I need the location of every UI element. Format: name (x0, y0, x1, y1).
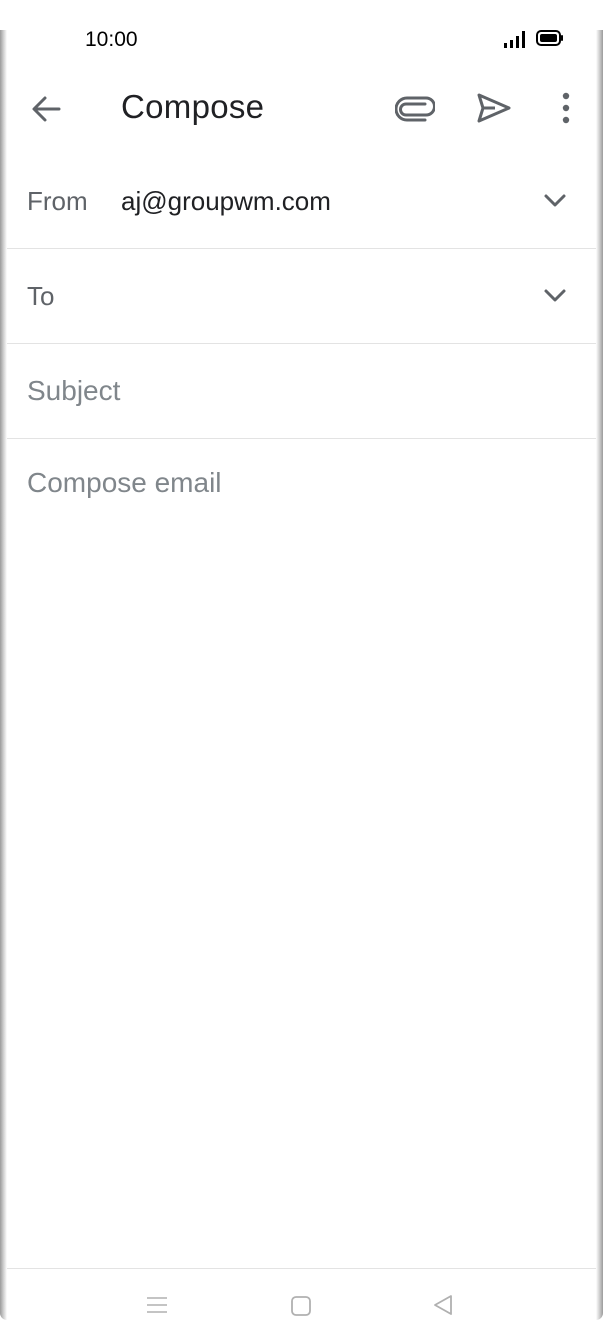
from-label: From (27, 186, 88, 216)
from-row[interactable]: From aj@groupwm.com (7, 154, 596, 249)
chevron-down-icon[interactable] (542, 283, 568, 309)
more-vert-icon[interactable] (555, 90, 577, 126)
subject-field[interactable]: Subject (7, 344, 596, 439)
to-label: To (27, 281, 55, 311)
app-bar: Compose (7, 78, 596, 140)
status-bar: 10:00 (7, 0, 596, 78)
chevron-down-icon[interactable] (542, 188, 568, 214)
device-frame-right (596, 30, 603, 1320)
status-time: 10:00 (85, 28, 138, 51)
back-arrow-icon[interactable] (29, 92, 63, 126)
from-value[interactable]: aj@groupwm.com (121, 186, 331, 217)
system-nav-bar (7, 1268, 596, 1343)
menu-icon[interactable] (145, 1293, 169, 1317)
subject-placeholder: Subject (27, 375, 121, 406)
signal-icon (504, 31, 525, 48)
compose-body-field[interactable]: Compose email (7, 439, 596, 1259)
phone-screen: 10:00 Compose From aj@groupwm.com To Sub… (7, 0, 596, 1342)
body-placeholder: Compose email (27, 467, 222, 498)
attachment-icon[interactable] (395, 92, 435, 126)
battery-icon (536, 30, 563, 46)
page-title: Compose (121, 88, 265, 125)
home-icon[interactable] (289, 1294, 313, 1318)
to-row[interactable]: To (7, 249, 596, 344)
send-icon[interactable] (475, 90, 513, 126)
device-frame-left (0, 30, 7, 1320)
back-triangle-icon[interactable] (431, 1293, 455, 1317)
